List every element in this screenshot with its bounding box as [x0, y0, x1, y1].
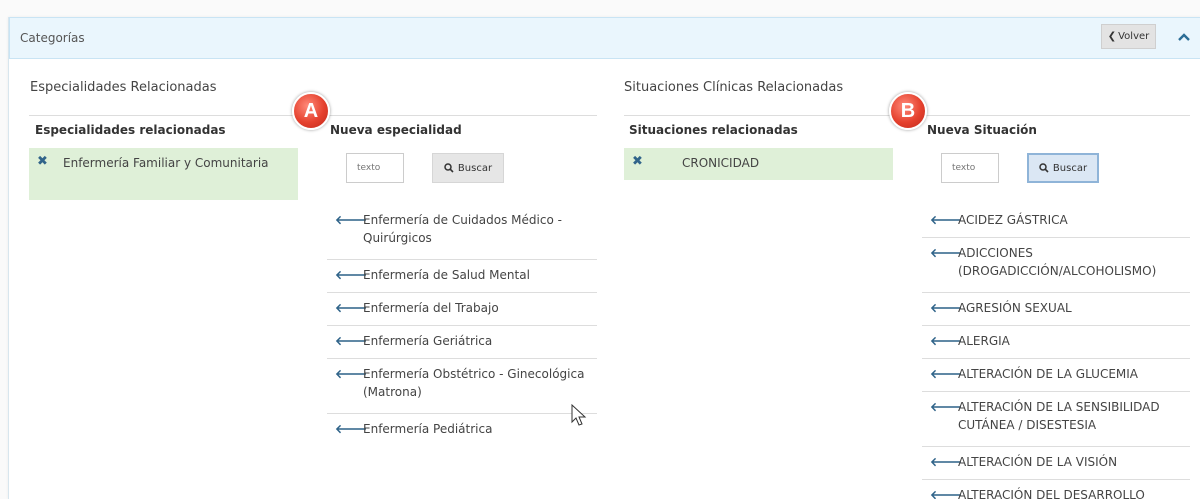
search-button-label: Buscar [457, 162, 493, 174]
mouse-cursor-icon [571, 404, 587, 426]
list-item[interactable]: 🡐 ALTERACIÓN DE LA GLUCEMIA [922, 359, 1190, 392]
annotation-badge-a: A [292, 92, 330, 130]
related-situation-label: CRONICIDAD [682, 156, 760, 170]
list-item[interactable]: 🡐 ALTERACIÓN DEL DESARROLLO [922, 480, 1190, 499]
list-item[interactable]: 🡐 ALERGIA [922, 326, 1190, 359]
list-item-label: Enfermería del Trabajo [363, 301, 499, 315]
list-item-label: ALTERACIÓN DE LA GLUCEMIA [958, 367, 1139, 381]
panel-title: Categorías [20, 31, 85, 45]
specialties-section-title: Especialidades Relacionadas [30, 80, 217, 95]
related-specialty-item: ✖ Enfermería Familiar y Comunitaria [29, 148, 298, 200]
back-button[interactable]: ❮ Volver [1101, 24, 1156, 49]
list-item[interactable]: 🡐 Enfermería de Salud Mental [327, 260, 597, 293]
situation-search-button[interactable]: Buscar [1027, 153, 1099, 183]
list-item-label: Enfermería Geriátrica [363, 334, 493, 348]
list-item[interactable]: 🡐 Enfermería Pediátrica [327, 414, 597, 447]
list-item-label: ALERGIA [958, 334, 1010, 348]
list-item[interactable]: 🡐 Enfermería del Trabajo [327, 293, 597, 326]
search-button-label: Buscar [1052, 162, 1088, 174]
list-item[interactable]: 🡐 Enfermería de Cuidados Médico - Quirúr… [327, 205, 597, 260]
list-item-label: Enfermería de Salud Mental [363, 268, 530, 282]
chevron-up-icon[interactable] [1174, 27, 1194, 47]
search-icon [444, 163, 454, 173]
list-item-label: ACIDEZ GÁSTRICA [958, 213, 1068, 227]
situation-search-input[interactable] [941, 153, 999, 183]
list-item[interactable]: 🡐 ALTERACIÓN DE LA VISIÓN [922, 447, 1190, 480]
related-specialty-label: Enfermería Familiar y Comunitaria [63, 156, 269, 170]
search-icon [1039, 163, 1049, 173]
list-item[interactable]: 🡐 Enfermería Obstétrico - Ginecológica (… [327, 359, 597, 414]
annotation-badge-b: B [889, 92, 927, 130]
new-specialty-header: Nueva especialidad [327, 115, 597, 143]
related-specialties-header: Especialidades relacionadas [29, 115, 298, 143]
situations-section-title: Situaciones Clínicas Relacionadas [624, 80, 844, 95]
list-item[interactable]: 🡐 Enfermería Geriátrica [327, 326, 597, 359]
related-situation-item: ✖ CRONICIDAD [624, 148, 893, 180]
panel-header: Categorías ❮ Volver [9, 17, 1200, 59]
list-item-label: ALTERACIÓN DE LA SENSIBILIDAD CUTÁNEA / … [958, 400, 1160, 432]
list-item-label: ALTERACIÓN DE LA VISIÓN [958, 455, 1118, 469]
list-item[interactable]: 🡐 ACIDEZ GÁSTRICA [922, 205, 1190, 238]
back-button-label: Volver [1118, 31, 1150, 42]
list-item[interactable]: 🡐 AGRESIÓN SEXUAL [922, 293, 1190, 326]
specialty-search-button[interactable]: Buscar [432, 153, 504, 183]
list-item[interactable]: 🡐 ADICCIONES (DROGADICCIÓN/ALCOHOLISMO) [922, 238, 1190, 293]
list-item-label: Enfermería de Cuidados Médico - Quirúrgi… [363, 213, 562, 245]
specialty-search-input[interactable] [346, 153, 404, 183]
list-item-label: ALTERACIÓN DEL DESARROLLO [958, 488, 1145, 499]
list-item-label: AGRESIÓN SEXUAL [958, 301, 1072, 315]
page-background: Categorías ❮ Volver Especialidades Relac… [0, 0, 1200, 499]
chevron-left-icon: ❮ [1107, 31, 1117, 42]
new-situation-header: Nueva Situación [923, 115, 1190, 143]
related-situations-header: Situaciones relacionadas [624, 115, 893, 143]
list-item[interactable]: 🡐 ALTERACIÓN DE LA SENSIBILIDAD CUTÁNEA … [922, 392, 1190, 447]
list-item-label: Enfermería Pediátrica [363, 422, 493, 436]
list-item-label: ADICCIONES (DROGADICCIÓN/ALCOHOLISMO) [958, 246, 1157, 278]
list-item-label: Enfermería Obstétrico - Ginecológica (Ma… [363, 367, 585, 399]
